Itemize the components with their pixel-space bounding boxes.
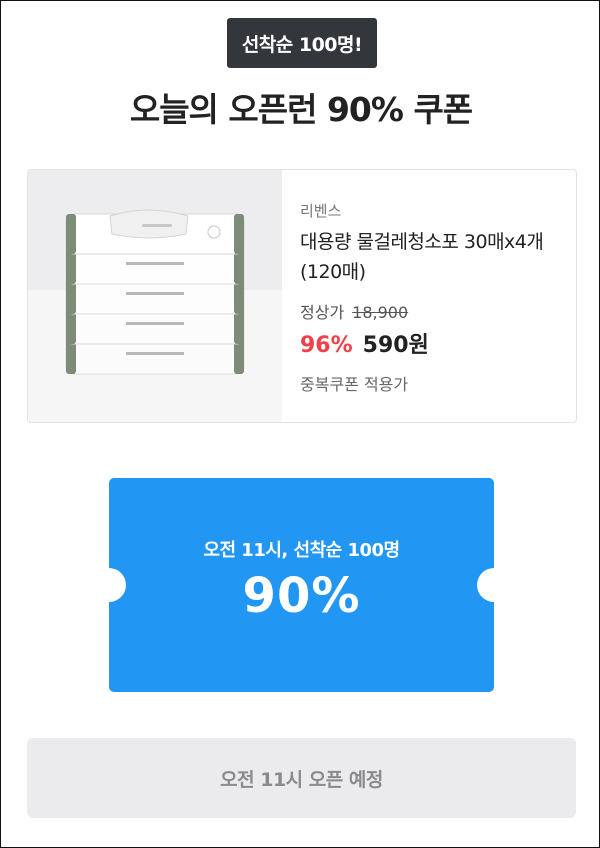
page-frame: 선착순 100명! 오늘의 오픈런 90% 쿠폰 리벤스 대용량 물걸레청소포 … bbox=[0, 0, 600, 848]
coupon-subtitle: 오전 11시, 선착순 100명 bbox=[203, 540, 400, 561]
open-schedule-label: 오전 11시 오픈 예정 bbox=[220, 768, 383, 791]
sale-price-row: 96% 590원 bbox=[300, 327, 568, 359]
coupon-discount: 90% bbox=[242, 568, 361, 624]
product-card[interactable]: 리벤스 대용량 물걸레청소포 30매x4개 (120매) 정상가 18,900 9… bbox=[27, 169, 577, 423]
product-image bbox=[28, 170, 282, 422]
coupon-note: 중복쿠폰 적용가 bbox=[300, 375, 409, 394]
sale-price: 590원 bbox=[362, 333, 429, 358]
page-title: 오늘의 오픈런 90% 쿠폰 bbox=[129, 90, 473, 129]
regular-price-row: 정상가 18,900 bbox=[300, 299, 568, 323]
discount-percent: 96% bbox=[300, 333, 353, 358]
regular-price: 18,900 bbox=[352, 303, 409, 322]
open-schedule-button[interactable]: 오전 11시 오픈 예정 bbox=[27, 738, 576, 818]
product-info: 리벤스 대용량 물걸레청소포 30매x4개 (120매) 정상가 18,900 9… bbox=[300, 200, 568, 395]
coupon-text: 오전 11시, 선착순 100명 90% bbox=[109, 536, 494, 624]
product-name: 대용량 물걸레청소포 30매x4개 (120매) bbox=[300, 231, 544, 283]
regular-price-label: 정상가 bbox=[300, 303, 345, 322]
first-come-badge: 선착순 100명! bbox=[227, 18, 377, 68]
badge-label: 선착순 100명! bbox=[241, 33, 363, 56]
wipes-pack-image bbox=[28, 170, 282, 422]
product-brand: 리벤스 bbox=[300, 202, 342, 220]
